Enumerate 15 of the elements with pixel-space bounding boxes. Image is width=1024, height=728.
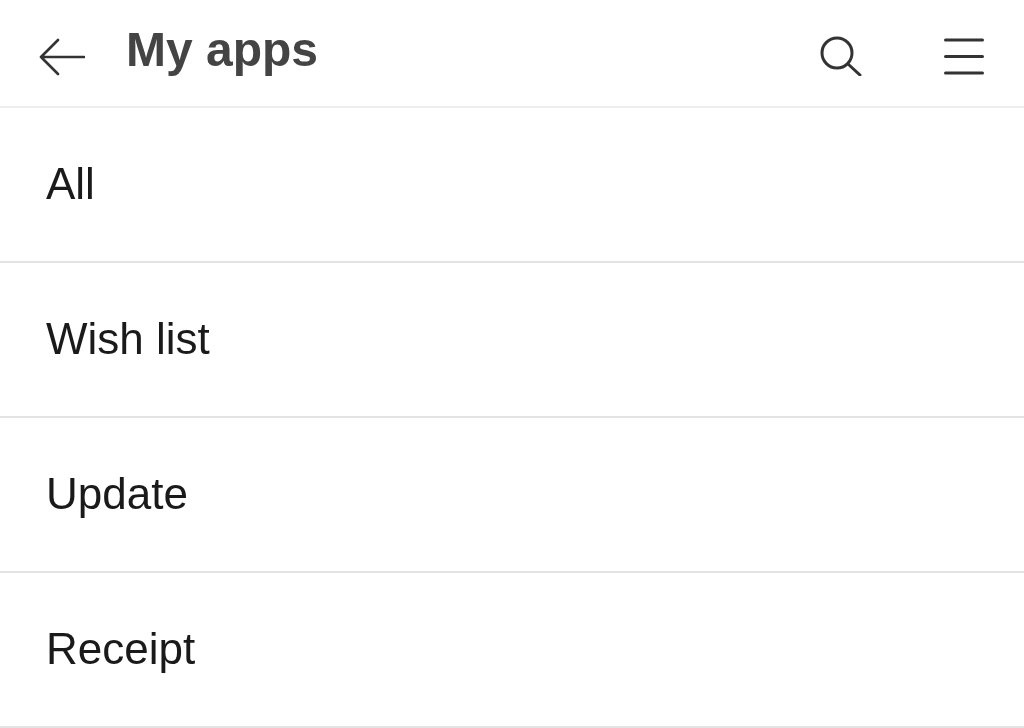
- menu-icon: [944, 37, 984, 75]
- menu-item-label: Update: [46, 471, 188, 516]
- search-icon: [820, 36, 862, 76]
- menu-item-label: Wish list: [46, 316, 210, 361]
- menu-item-label: Receipt: [46, 626, 196, 671]
- menu-list-item[interactable]: All: [0, 108, 1024, 263]
- search-button[interactable]: [820, 36, 862, 76]
- back-arrow-icon: [39, 38, 85, 76]
- menu-list-item[interactable]: Wish list: [0, 263, 1024, 418]
- menu-item-label: All: [46, 161, 95, 206]
- back-button[interactable]: [39, 38, 85, 76]
- menu-list-item[interactable]: Receipt: [0, 573, 1024, 728]
- menu-button[interactable]: [944, 37, 984, 75]
- menu-list-item[interactable]: Update: [0, 418, 1024, 573]
- page-title: My apps: [126, 26, 319, 74]
